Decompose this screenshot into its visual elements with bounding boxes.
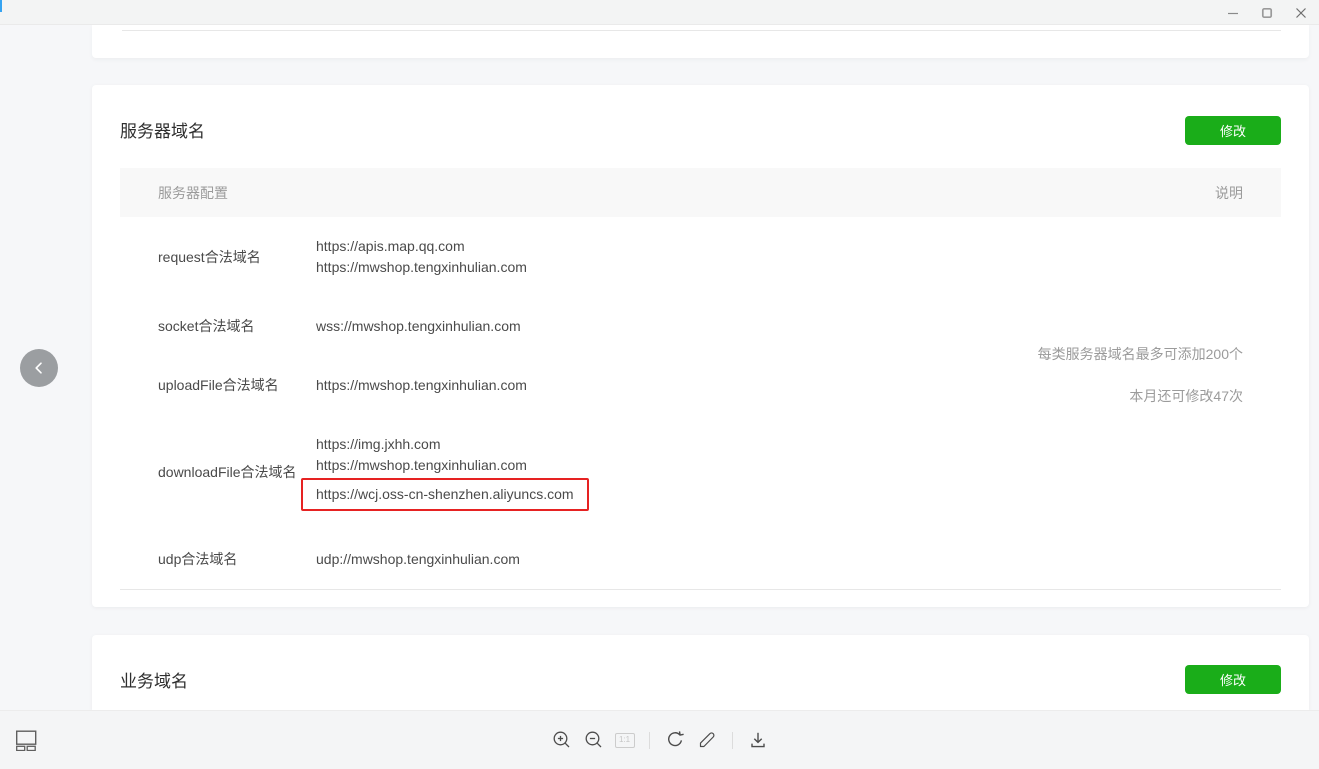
row-values: https://mwshop.tengxinhulian.com [316,375,527,396]
text-cursor-artifact [0,0,2,12]
quota-notes: 每类服务器域名最多可添加200个 本月还可修改47次 [1038,344,1243,407]
domain-value: udp://mwshop.tengxinhulian.com [316,549,520,570]
row-values: https://img.jxhh.com https://mwshop.teng… [316,434,589,511]
minimize-icon[interactable] [1227,7,1239,19]
row-label: downloadFile合法域名 [158,462,316,483]
quota-note-remaining: 本月还可修改47次 [1038,386,1243,407]
domain-value: https://wcj.oss-cn-shenzhen.aliyuncs.com [316,476,589,511]
edit-pencil-icon[interactable] [696,729,718,751]
display-devices-icon[interactable] [15,729,37,751]
domain-value: https://apis.map.qq.com [316,236,527,257]
row-values: https://apis.map.qq.com https://mwshop.t… [316,236,527,278]
table-header-description: 说明 [1215,183,1243,203]
table-row: downloadFile合法域名 https://img.jxhh.com ht… [120,415,1281,530]
previous-card-partial [92,25,1309,58]
server-domain-card: 服务器域名 修改 服务器配置 说明 request合法域名 https://ap… [92,85,1309,607]
app-window: 服务器域名 修改 服务器配置 说明 request合法域名 https://ap… [0,0,1319,769]
row-values: udp://mwshop.tengxinhulian.com [316,549,520,570]
page-title: 服务器域名 [120,117,205,142]
domain-value: https://mwshop.tengxinhulian.com [316,455,589,476]
refresh-icon[interactable] [664,729,686,751]
close-icon[interactable] [1295,7,1307,19]
table-row: request合法域名 https://apis.map.qq.com http… [120,217,1281,297]
highlighted-domain-annotation: https://wcj.oss-cn-shenzhen.aliyuncs.com [301,478,589,511]
zoom-in-icon[interactable] [551,729,573,751]
business-domain-card: 业务域名 修改 [92,635,1309,710]
window-controls [1227,0,1307,25]
business-domain-title: 业务域名 [120,667,188,692]
domain-value: https://mwshop.tengxinhulian.com [316,375,527,396]
toolbar-center-group: 1:1 [551,729,769,751]
row-label: socket合法域名 [158,316,316,337]
divider [122,30,1281,31]
toolbar-divider [649,732,650,749]
table-header-config: 服务器配置 [158,183,228,203]
row-label: uploadFile合法域名 [158,375,316,396]
table-row: udp合法域名 udp://mwshop.tengxinhulian.com [120,530,1281,589]
domain-value: https://mwshop.tengxinhulian.com [316,257,527,278]
window-titlebar [0,0,1319,25]
row-label: request合法域名 [158,247,316,268]
download-icon[interactable] [747,729,769,751]
domain-value: wss://mwshop.tengxinhulian.com [316,316,521,337]
bottom-toolbar: 1:1 [0,710,1319,769]
zoom-out-icon[interactable] [583,729,605,751]
modify-business-domain-button[interactable]: 修改 [1185,665,1281,694]
modify-server-domain-button[interactable]: 修改 [1185,116,1281,145]
quota-note-max: 每类服务器域名最多可添加200个 [1038,344,1243,365]
domain-value: https://img.jxhh.com [316,434,589,455]
maximize-icon[interactable] [1261,7,1273,19]
chevron-left-icon [31,360,47,376]
row-label: udp合法域名 [158,549,316,570]
row-values: wss://mwshop.tengxinhulian.com [316,316,521,337]
back-button[interactable] [20,349,58,387]
table-header: 服务器配置 说明 [120,168,1281,217]
toolbar-divider [732,732,733,749]
actual-size-badge[interactable]: 1:1 [615,733,635,748]
